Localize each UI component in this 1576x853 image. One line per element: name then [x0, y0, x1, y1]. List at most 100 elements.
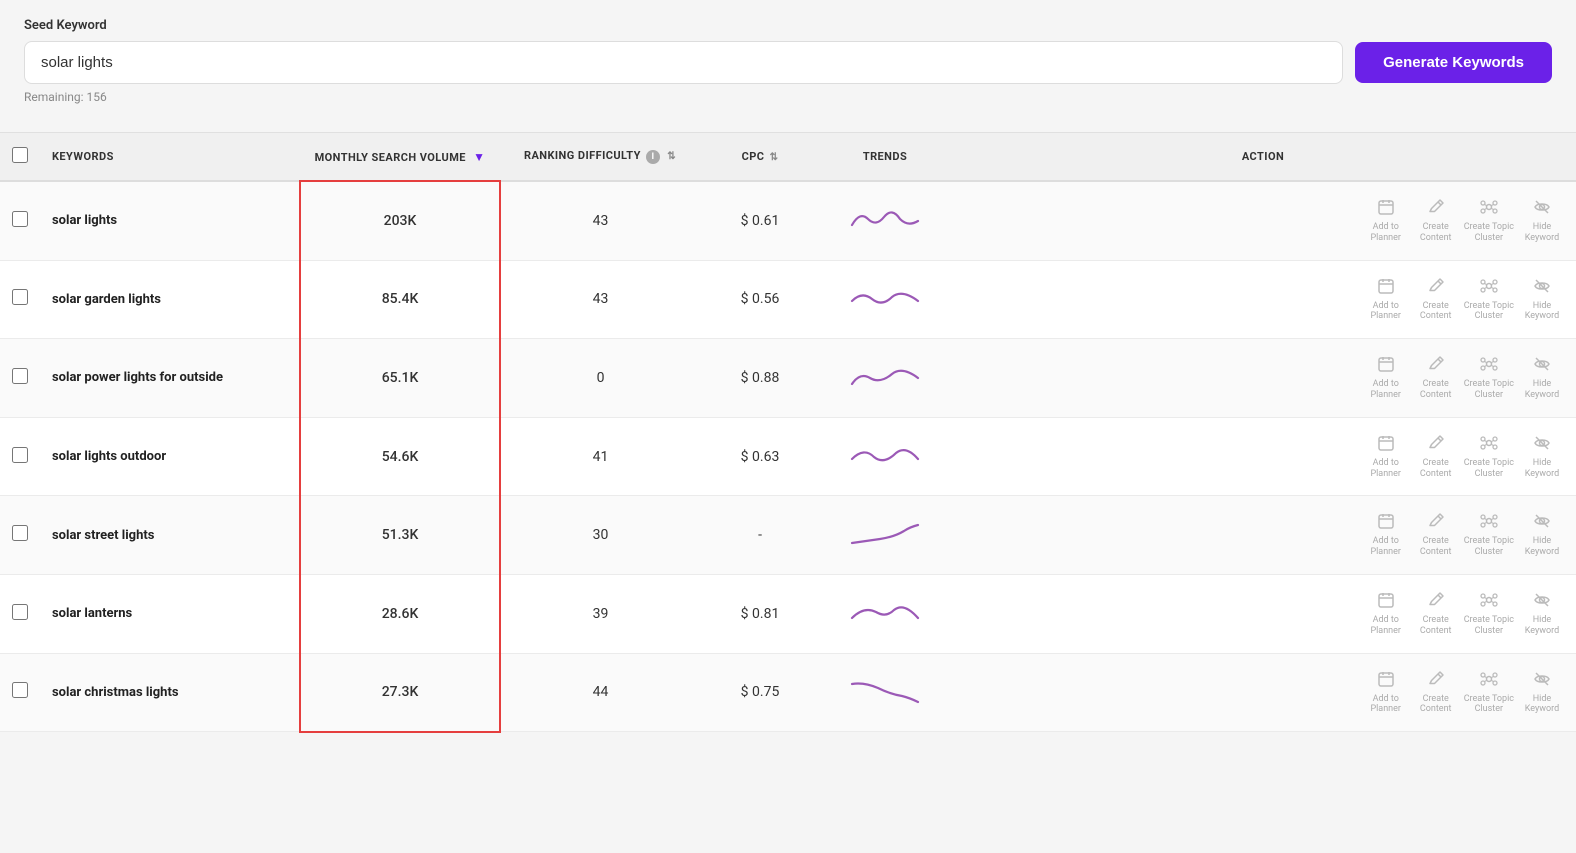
header-action: ACTION [950, 133, 1576, 181]
header-trends: TRENDS [820, 133, 950, 181]
sparkline-icon [850, 517, 920, 553]
header-cpc[interactable]: CPC ⇅ [700, 133, 820, 181]
hide-keyword-button[interactable]: HideKeyword [1520, 198, 1564, 244]
create-topic-cluster-button[interactable]: Create TopicCluster [1464, 198, 1514, 244]
rd-sort-icon: ⇅ [667, 151, 676, 162]
create-content-button[interactable]: CreateContent [1414, 591, 1458, 637]
row-checkbox-cell [0, 339, 40, 418]
trend-cell [820, 653, 950, 732]
create-topic-cluster-label: Create TopicCluster [1464, 222, 1514, 244]
action-cell: Add toPlanner CreateContent Create Topic… [950, 653, 1576, 732]
hide-keyword-label: HideKeyword [1525, 536, 1559, 558]
create-content-button[interactable]: CreateContent [1414, 198, 1458, 244]
table-row: solar power lights for outside65.1K0$ 0.… [0, 339, 1576, 418]
seed-keyword-input[interactable] [24, 41, 1343, 84]
header-msv[interactable]: MONTHLY SEARCH VOLUME ▼ [300, 133, 500, 181]
row-checkbox-cell [0, 181, 40, 260]
cluster-icon [1480, 591, 1498, 613]
cpc-cell: $ 0.61 [700, 181, 820, 260]
sparkline-icon [850, 281, 920, 317]
create-topic-cluster-button[interactable]: Create TopicCluster [1464, 670, 1514, 716]
add-to-planner-button[interactable]: Add toPlanner [1364, 198, 1408, 244]
rd-info-icon: i [646, 150, 660, 164]
edit-icon [1427, 434, 1445, 456]
trend-cell [820, 339, 950, 418]
hide-keyword-button[interactable]: HideKeyword [1520, 512, 1564, 558]
action-group: Add toPlanner CreateContent Create Topic… [962, 512, 1564, 558]
hide-keyword-button[interactable]: HideKeyword [1520, 670, 1564, 716]
hide-keyword-label: HideKeyword [1525, 379, 1559, 401]
row-checkbox[interactable] [12, 447, 28, 463]
sparkline-icon [850, 439, 920, 475]
row-checkbox[interactable] [12, 604, 28, 620]
cluster-icon [1480, 434, 1498, 456]
keywords-table: KEYWORDS MONTHLY SEARCH VOLUME ▼ RANKING… [0, 133, 1576, 733]
action-group: Add toPlanner CreateContent Create Topic… [962, 355, 1564, 401]
keywords-table-wrapper: KEYWORDS MONTHLY SEARCH VOLUME ▼ RANKING… [0, 133, 1576, 757]
action-cell: Add toPlanner CreateContent Create Topic… [950, 574, 1576, 653]
cluster-icon [1480, 512, 1498, 534]
create-content-label: CreateContent [1420, 536, 1452, 558]
header-rd[interactable]: RANKING DIFFICULTY i ⇅ [500, 133, 700, 181]
hide-keyword-button[interactable]: HideKeyword [1520, 355, 1564, 401]
rd-cell: 43 [500, 260, 700, 339]
add-to-planner-button[interactable]: Add toPlanner [1364, 591, 1408, 637]
hide-icon [1533, 512, 1551, 534]
create-content-button[interactable]: CreateContent [1414, 512, 1458, 558]
add-to-planner-button[interactable]: Add toPlanner [1364, 434, 1408, 480]
hide-keyword-button[interactable]: HideKeyword [1520, 434, 1564, 480]
table-row: solar lights203K43$ 0.61 Add toPlanner C… [0, 181, 1576, 260]
calendar-icon [1377, 198, 1395, 220]
create-topic-cluster-button[interactable]: Create TopicCluster [1464, 591, 1514, 637]
cpc-cell: - [700, 496, 820, 575]
action-cell: Add toPlanner CreateContent Create Topic… [950, 417, 1576, 496]
hide-keyword-button[interactable]: HideKeyword [1520, 591, 1564, 637]
row-checkbox[interactable] [12, 211, 28, 227]
table-header-row: KEYWORDS MONTHLY SEARCH VOLUME ▼ RANKING… [0, 133, 1576, 181]
add-to-planner-button[interactable]: Add toPlanner [1364, 512, 1408, 558]
create-content-label: CreateContent [1420, 458, 1452, 480]
create-topic-cluster-button[interactable]: Create TopicCluster [1464, 512, 1514, 558]
hide-keyword-button[interactable]: HideKeyword [1520, 277, 1564, 323]
create-topic-cluster-label: Create TopicCluster [1464, 536, 1514, 558]
generate-keywords-button[interactable]: Generate Keywords [1355, 42, 1552, 83]
keyword-cell: solar power lights for outside [40, 339, 300, 418]
row-checkbox-cell [0, 574, 40, 653]
create-topic-cluster-button[interactable]: Create TopicCluster [1464, 277, 1514, 323]
row-checkbox[interactable] [12, 289, 28, 305]
create-topic-cluster-button[interactable]: Create TopicCluster [1464, 434, 1514, 480]
row-checkbox-cell [0, 260, 40, 339]
action-group: Add toPlanner CreateContent Create Topic… [962, 434, 1564, 480]
create-content-label: CreateContent [1420, 301, 1452, 323]
sparkline-icon [850, 596, 920, 632]
msv-sort-icon: ▼ [473, 150, 485, 164]
add-to-planner-button[interactable]: Add toPlanner [1364, 355, 1408, 401]
row-checkbox[interactable] [12, 682, 28, 698]
cpc-cell: $ 0.75 [700, 653, 820, 732]
keyword-cell: solar street lights [40, 496, 300, 575]
create-content-button[interactable]: CreateContent [1414, 434, 1458, 480]
create-content-button[interactable]: CreateContent [1414, 277, 1458, 323]
row-checkbox[interactable] [12, 368, 28, 384]
create-topic-cluster-label: Create TopicCluster [1464, 694, 1514, 716]
add-to-planner-button[interactable]: Add toPlanner [1364, 670, 1408, 716]
rd-cell: 39 [500, 574, 700, 653]
calendar-icon [1377, 277, 1395, 299]
cpc-cell: $ 0.88 [700, 339, 820, 418]
hide-keyword-label: HideKeyword [1525, 301, 1559, 323]
rd-cell: 43 [500, 181, 700, 260]
create-content-button[interactable]: CreateContent [1414, 355, 1458, 401]
msv-cell: 27.3K [300, 653, 500, 732]
hide-icon [1533, 591, 1551, 613]
create-content-label: CreateContent [1420, 615, 1452, 637]
create-content-button[interactable]: CreateContent [1414, 670, 1458, 716]
hide-icon [1533, 277, 1551, 299]
hide-keyword-label: HideKeyword [1525, 222, 1559, 244]
row-checkbox[interactable] [12, 525, 28, 541]
add-to-planner-label: Add toPlanner [1370, 301, 1401, 323]
hide-icon [1533, 198, 1551, 220]
select-all-checkbox[interactable] [12, 147, 28, 163]
add-to-planner-button[interactable]: Add toPlanner [1364, 277, 1408, 323]
create-topic-cluster-button[interactable]: Create TopicCluster [1464, 355, 1514, 401]
keyword-cell: solar lights [40, 181, 300, 260]
